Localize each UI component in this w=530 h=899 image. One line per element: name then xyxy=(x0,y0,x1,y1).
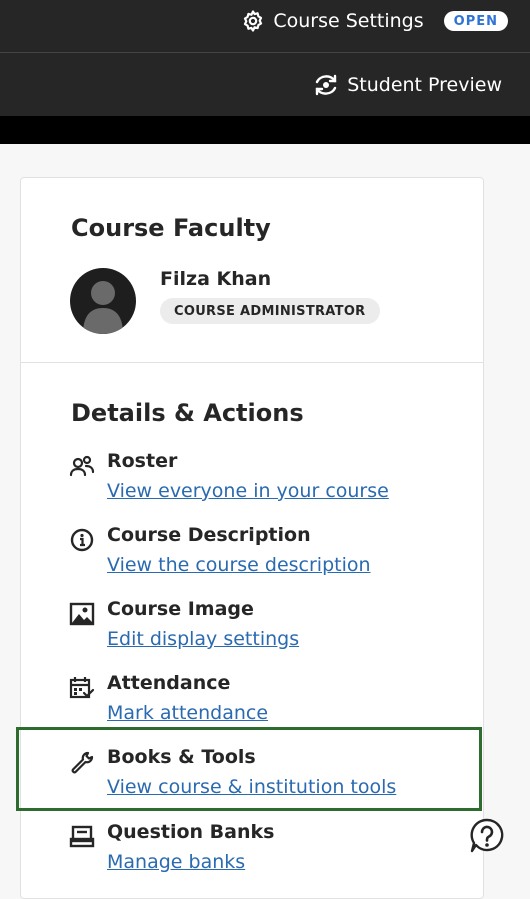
course-description-title: Course Description xyxy=(107,524,311,546)
course-settings-row: Course Settings OPEN xyxy=(0,0,530,53)
question-mark-icon xyxy=(470,818,504,853)
roster-item: Roster View everyone in your course xyxy=(69,450,469,512)
student-preview-button[interactable]: Student Preview xyxy=(313,72,502,98)
roster-link[interactable]: View everyone in your course xyxy=(107,480,389,502)
attendance-icon xyxy=(69,677,95,699)
gear-icon xyxy=(244,10,263,32)
course-image-title: Course Image xyxy=(107,598,254,620)
course-description-link[interactable]: View the course description xyxy=(107,554,371,576)
course-settings-button[interactable]: Course Settings OPEN xyxy=(241,8,508,34)
question-banks-item: Question Banks Manage banks xyxy=(69,821,469,883)
details-actions-heading: Details & Actions xyxy=(71,399,304,427)
roster-icon xyxy=(69,455,95,477)
books-tools-link[interactable]: View course & institution tools xyxy=(107,776,396,798)
status-badge: OPEN xyxy=(443,11,508,31)
help-button[interactable] xyxy=(468,817,506,855)
course-settings-label: Course Settings xyxy=(273,10,424,32)
student-preview-icon xyxy=(316,74,337,96)
wrench-icon xyxy=(71,751,94,774)
info-icon xyxy=(70,528,94,552)
faculty-name: Filza Khan xyxy=(160,268,272,290)
course-details-panel: Course Faculty Filza Khan COURSE ADMINIS… xyxy=(20,177,484,899)
course-description-item: Course Description View the course descr… xyxy=(69,524,469,586)
course-image-link[interactable]: Edit display settings xyxy=(107,628,299,650)
course-image-item: Course Image Edit display settings xyxy=(69,598,469,660)
question-banks-link[interactable]: Manage banks xyxy=(107,851,245,873)
top-bar: Course Settings OPEN Student Preview xyxy=(0,0,530,116)
question-banks-title: Question Banks xyxy=(107,821,275,843)
books-tools-title: Books & Tools xyxy=(107,746,256,768)
person-silhouette-icon xyxy=(83,281,123,334)
question-bank-icon xyxy=(69,825,95,848)
section-divider xyxy=(21,362,483,363)
student-preview-label: Student Preview xyxy=(347,74,502,96)
roster-title: Roster xyxy=(107,450,178,472)
books-tools-item: Books & Tools View course & institution … xyxy=(69,746,469,808)
attendance-item: Attendance Mark attendance xyxy=(69,672,469,734)
role-badge: COURSE ADMINISTRATOR xyxy=(160,298,380,324)
course-faculty-heading: Course Faculty xyxy=(71,214,271,242)
avatar[interactable] xyxy=(70,268,136,334)
attendance-title: Attendance xyxy=(107,672,231,694)
header-divider-band xyxy=(0,116,530,144)
attendance-link[interactable]: Mark attendance xyxy=(107,702,268,724)
image-icon xyxy=(69,602,95,626)
